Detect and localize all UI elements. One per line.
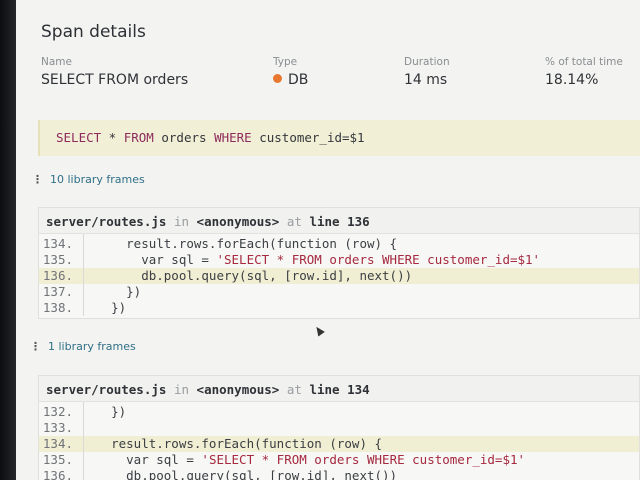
- code-line: 137. }): [39, 284, 639, 300]
- code-line: 136. db.pool.query(sql, [row.id], next()…: [39, 268, 639, 284]
- code-line: 135. var sql = 'SELECT * FROM orders WHE…: [39, 252, 639, 268]
- sql-keyword: SELECT: [56, 130, 102, 145]
- kebab-icon: ⋮: [32, 173, 43, 186]
- code-text: }): [81, 404, 127, 419]
- library-frames-label: 10 library frames: [50, 173, 145, 186]
- code-text: db.pool.query(sql, [row.id], next()): [81, 468, 398, 480]
- screen-bezel: [0, 0, 16, 480]
- frame-function-name: <anonymous>: [196, 214, 280, 229]
- sql-text: customer_id=$1: [251, 130, 365, 145]
- mouse-cursor-icon: [313, 324, 325, 337]
- code-text: }): [81, 300, 127, 315]
- library-frames-label: 1 library frames: [48, 340, 136, 353]
- line-number: 136.: [42, 468, 73, 480]
- code-line: 133.: [39, 420, 639, 436]
- db-type-dot-icon: [273, 74, 282, 83]
- panel-title: Span details: [41, 22, 146, 42]
- type-label: Type: [273, 56, 298, 68]
- line-number: 135.: [42, 452, 73, 467]
- line-number: 135.: [42, 252, 73, 267]
- name-value: SELECT FROM orders: [41, 72, 189, 88]
- frame-file-path[interactable]: server/routes.js: [46, 382, 166, 397]
- percent-value: 18.14%: [545, 72, 599, 88]
- span-details-panel: Span details Name SELECT FROM orders Typ…: [16, 0, 640, 480]
- frame-at-text: at: [286, 214, 302, 229]
- code-line: 134. result.rows.forEach(function (row) …: [39, 236, 639, 252]
- library-frames-toggle[interactable]: ⋮ 1 library frames: [30, 340, 136, 353]
- sql-keyword: WHERE: [214, 130, 252, 145]
- stack-frame: server/routes.js in <anonymous> at line …: [38, 207, 640, 319]
- line-number: 134.: [42, 436, 73, 451]
- sql-text: orders: [153, 130, 215, 145]
- code-text: }): [81, 284, 142, 299]
- line-number: 134.: [42, 236, 73, 251]
- code-text: var sql =: [81, 252, 217, 267]
- code-line: 138. }): [39, 300, 639, 316]
- frame-in-text: in: [173, 382, 190, 397]
- line-number: 137.: [42, 284, 73, 299]
- line-number: 132.: [42, 404, 73, 419]
- library-frames-toggle[interactable]: ⋮ 10 library frames: [32, 173, 145, 186]
- code-text: var sql =: [81, 452, 202, 467]
- kebab-icon: ⋮: [30, 340, 41, 353]
- code-line: 134. result.rows.forEach(function (row) …: [39, 436, 639, 452]
- code-text: db.pool.query(sql, [row.id], next()): [81, 268, 413, 283]
- gutter-divider: [83, 234, 84, 316]
- frame-header: server/routes.js in <anonymous> at line …: [39, 208, 639, 234]
- sql-text: *: [101, 130, 124, 145]
- name-label: Name: [41, 56, 72, 68]
- frame-at-text: at: [286, 382, 302, 397]
- code-string: 'SELECT * FROM orders WHERE customer_id=…: [201, 452, 526, 467]
- gutter-divider: [83, 402, 84, 480]
- frame-line-number: line 134: [309, 382, 370, 397]
- duration-value: 14 ms: [404, 72, 448, 88]
- frame-in-text: in: [173, 214, 190, 229]
- line-number: 133.: [42, 420, 73, 435]
- code-block: 134. result.rows.forEach(function (row) …: [39, 234, 639, 316]
- stack-frame: server/routes.js in <anonymous> at line …: [38, 375, 640, 480]
- sql-query-box: SELECT * FROM orders WHERE customer_id=$…: [38, 120, 640, 156]
- sql-keyword: FROM: [123, 130, 154, 145]
- code-line: 135. var sql = 'SELECT * FROM orders WHE…: [39, 452, 639, 468]
- type-text: DB: [288, 72, 309, 88]
- frame-line-number: line 136: [309, 214, 370, 229]
- code-string: 'SELECT * FROM orders WHERE customer_id=…: [216, 252, 541, 267]
- line-number: 136.: [42, 268, 73, 283]
- duration-label: Duration: [404, 56, 450, 68]
- code-block: 132. }) 133. 134. result.rows.forEach(func…: [39, 402, 639, 480]
- code-text: result.rows.forEach(function (row) {: [81, 436, 383, 451]
- frame-file-path[interactable]: server/routes.js: [46, 214, 166, 229]
- percent-label: % of total time: [545, 56, 623, 68]
- frame-header: server/routes.js in <anonymous> at line …: [39, 376, 639, 402]
- line-number: 138.: [42, 300, 73, 315]
- code-line: 136. db.pool.query(sql, [row.id], next()…: [39, 468, 639, 480]
- type-value: DB: [273, 72, 308, 88]
- code-line: 132. }): [39, 404, 639, 420]
- code-text: result.rows.forEach(function (row) {: [81, 236, 398, 251]
- frame-function-name: <anonymous>: [196, 382, 280, 397]
